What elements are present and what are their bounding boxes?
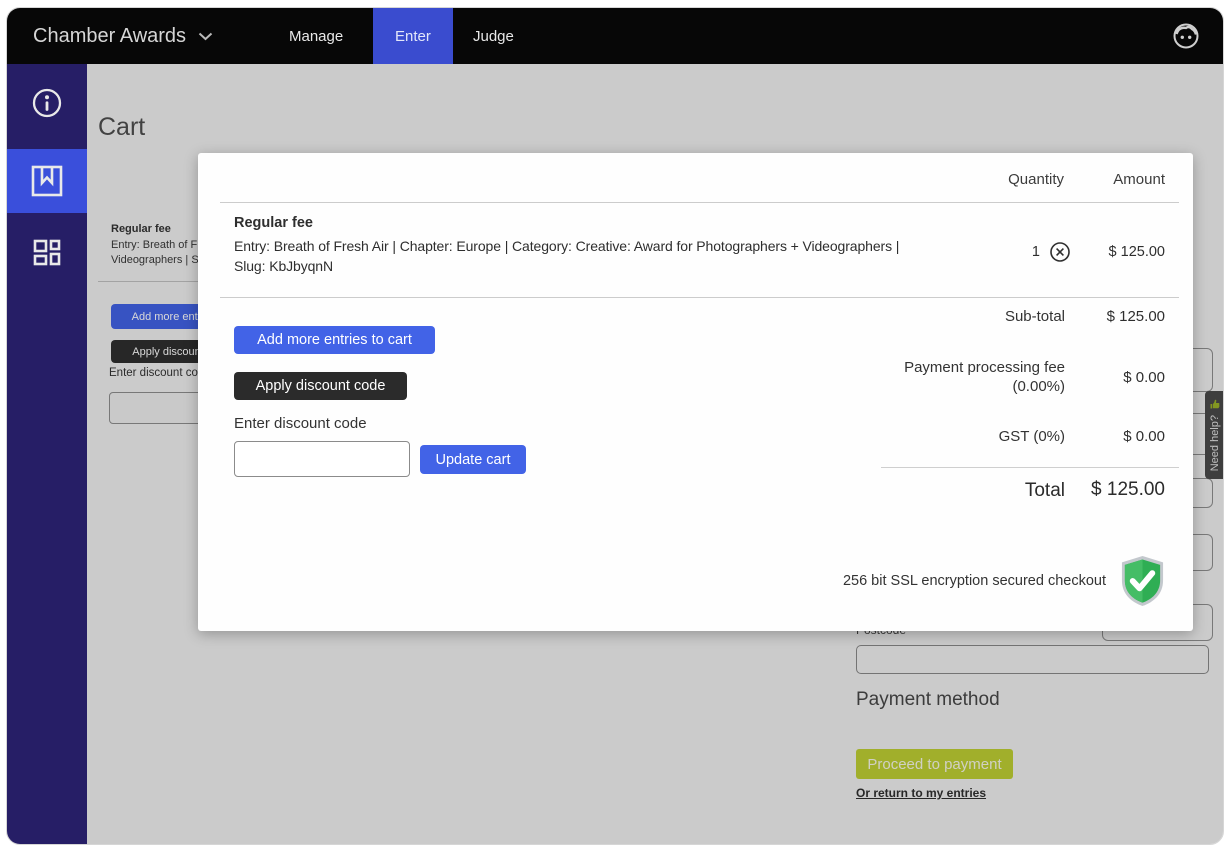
chevron-down-icon xyxy=(198,32,213,41)
brand-label: Chamber Awards xyxy=(33,25,186,48)
nav-item-judge[interactable]: Judge xyxy=(469,8,518,64)
divider xyxy=(220,202,1179,203)
grid-icon xyxy=(28,233,66,271)
cart-item-quantity-cell: 1 xyxy=(1032,241,1071,263)
subtotal-label: Sub-total xyxy=(705,307,1065,326)
add-more-entries-button[interactable]: Add more entries to cart xyxy=(234,326,435,354)
divider xyxy=(881,467,1179,468)
column-header-amount: Amount xyxy=(1113,171,1165,188)
subtotal-value: $ 125.00 xyxy=(1065,308,1165,325)
nav-item-manage[interactable]: Manage xyxy=(285,8,347,64)
subtotal-row: Sub-total $ 125.00 xyxy=(705,307,1165,326)
cart-modal: Quantity Amount Regular fee Entry: Breat… xyxy=(198,153,1193,631)
ssl-shield-icon xyxy=(1119,555,1166,607)
discount-code-input[interactable] xyxy=(234,441,410,477)
brand-menu[interactable]: Chamber Awards xyxy=(33,8,213,64)
quantity-value: 1 xyxy=(1032,244,1040,260)
gst-row: GST (0%) $ 0.00 xyxy=(705,427,1165,446)
apply-discount-button[interactable]: Apply discount code xyxy=(234,372,407,400)
total-row: Total $ 125.00 xyxy=(705,479,1165,501)
processing-fee-value: $ 0.00 xyxy=(1065,369,1165,386)
top-nav: Chamber Awards Manage Enter Judge xyxy=(7,8,1223,64)
remove-item-icon[interactable] xyxy=(1049,241,1071,263)
ssl-text: 256 bit SSL encryption secured checkout xyxy=(843,573,1106,589)
info-icon xyxy=(28,84,66,122)
column-header-quantity: Quantity xyxy=(1008,171,1064,188)
nav-item-enter[interactable]: Enter xyxy=(373,8,453,64)
cart-item-title: Regular fee xyxy=(234,215,313,231)
sidebar-item-entries[interactable] xyxy=(7,149,87,213)
screenshot-canvas: Chamber Awards Manage Enter Judge xyxy=(0,0,1230,849)
processing-fee-row: Payment processing fee (0.00%) $ 0.00 xyxy=(705,358,1165,396)
cart-item-amount: $ 125.00 xyxy=(1109,244,1165,260)
ssl-secure-row: 256 bit SSL encryption secured checkout xyxy=(843,555,1166,607)
divider xyxy=(220,297,1179,298)
total-value: $ 125.00 xyxy=(1065,479,1165,501)
cart-item-description: Entry: Breath of Fresh Air | Chapter: Eu… xyxy=(234,236,918,276)
app-window: Chamber Awards Manage Enter Judge xyxy=(6,7,1224,845)
gst-label: GST (0%) xyxy=(705,427,1065,446)
sidebar xyxy=(7,64,87,845)
user-avatar-icon[interactable] xyxy=(1171,21,1201,51)
total-label: Total xyxy=(705,481,1065,500)
update-cart-button[interactable]: Update cart xyxy=(420,445,526,474)
discount-code-label: Enter discount code xyxy=(234,415,367,432)
sidebar-item-categories[interactable] xyxy=(7,220,87,284)
sidebar-item-info[interactable] xyxy=(7,71,87,135)
processing-fee-label: Payment processing fee (0.00%) xyxy=(705,358,1065,396)
bookmark-icon xyxy=(27,161,67,201)
gst-value: $ 0.00 xyxy=(1065,428,1165,445)
